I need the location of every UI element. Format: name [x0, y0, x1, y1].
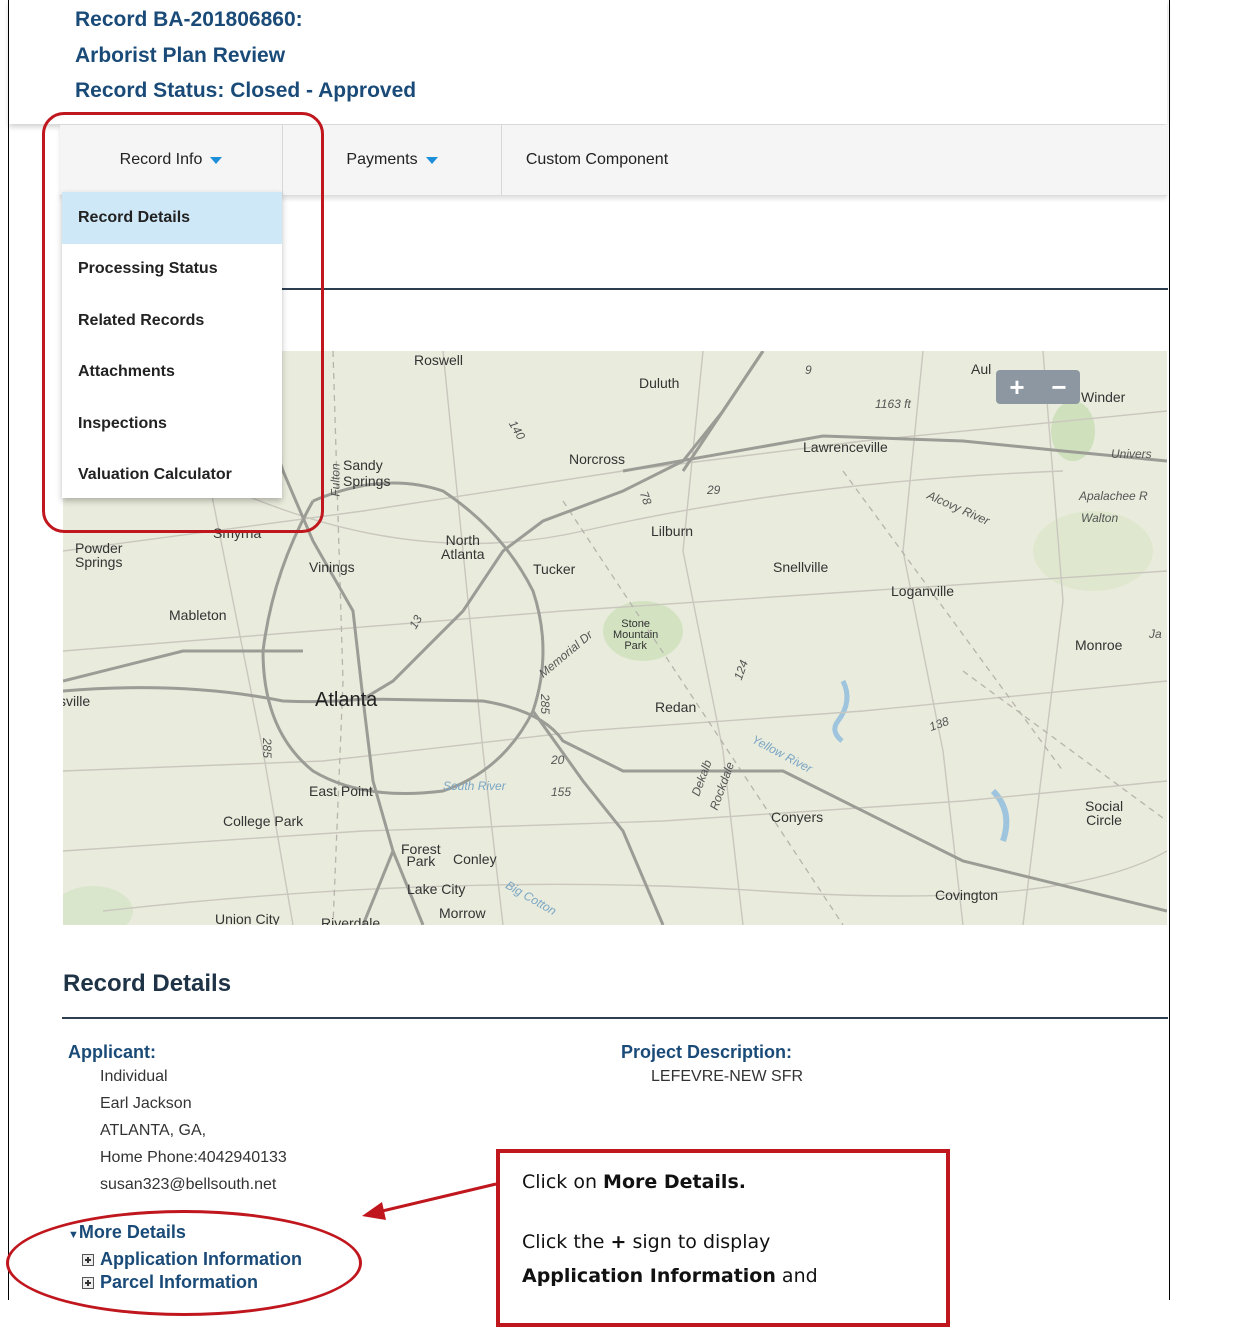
- annotation-arrow: [362, 1182, 497, 1220]
